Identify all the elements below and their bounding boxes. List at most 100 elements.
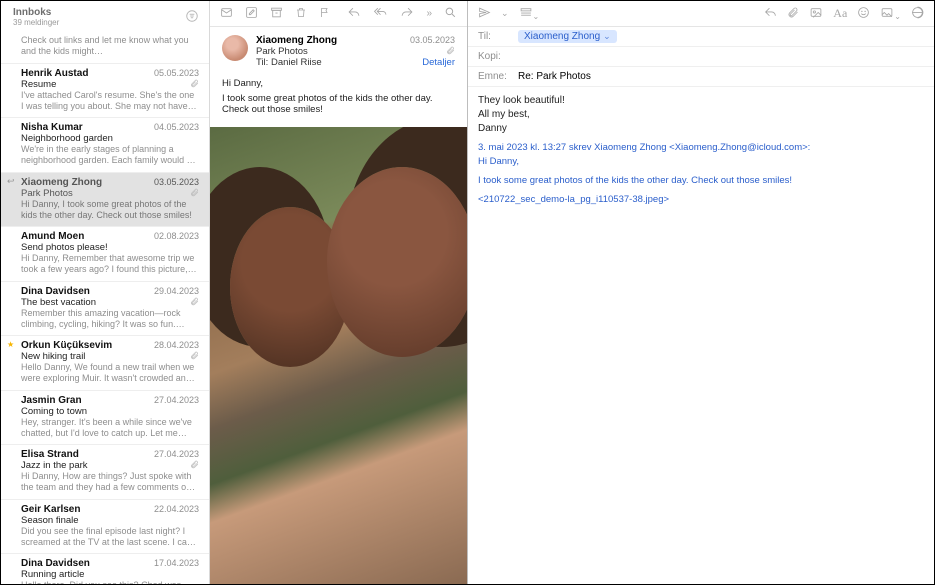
mailbox-title: Innboks (13, 7, 59, 18)
subject-field[interactable]: Emne: Re: Park Photos (468, 67, 934, 87)
message-item[interactable]: Jasmin Gran 27.04.2023 Coming to townHey, … (1, 391, 209, 446)
message-date: 03.05.2023 (154, 177, 199, 187)
avatar (222, 35, 248, 61)
attachment-icon (446, 46, 455, 57)
preview-subject: Park Photos (256, 46, 308, 57)
message-preview: Hello there, Did you see this? Chad was … (21, 580, 199, 584)
message-preview: Check out links and let me know what you… (21, 35, 199, 58)
compose-toolbar: ⌄ ⌄ Aa ⌄ (468, 1, 934, 27)
send-icon[interactable] (478, 6, 491, 22)
message-item[interactable]: Geir Karlsen 22.04.2023 Season finaleDid y… (1, 500, 209, 555)
message-preview: Remember this amazing vacation—rock clim… (21, 308, 199, 331)
emoji-icon[interactable] (857, 6, 870, 22)
message-preview: Hey, stranger. It's been a while since w… (21, 417, 199, 440)
message-list: Check out links and let me know what you… (1, 33, 209, 584)
preview-toolbar: » (210, 1, 467, 27)
sidebar-header: Innboks 39 meldinger (1, 1, 209, 33)
message-sender: Orkun Küçüksevim (21, 340, 112, 351)
message-item[interactable]: Dina Davidsen 29.04.2023 The best vacation… (1, 282, 209, 337)
details-link[interactable]: Detaljer (422, 57, 455, 68)
trash-icon[interactable] (295, 6, 307, 21)
message-sender: Amund Moen (21, 231, 84, 242)
preview-header: Xiaomeng Zhong 03.05.2023 Park Photos Ti… (210, 27, 467, 74)
attachment-icon (190, 188, 199, 199)
message-sender: Dina Davidsen (21, 286, 90, 297)
message-preview: I've attached Carol's resume. She's the … (21, 90, 199, 113)
message-preview: Hi Danny, I took some great photos of th… (21, 199, 199, 222)
message-sender: Dina Davidsen (21, 558, 90, 569)
message-date: 29.04.2023 (154, 286, 199, 296)
message-date: 02.08.2023 (154, 231, 199, 241)
message-item[interactable]: Amund Moen 02.08.2023 Send photos please!H… (1, 227, 209, 282)
message-subject: Resume (21, 79, 56, 90)
message-sender: Xiaomeng Zhong (21, 177, 102, 188)
mailbox-count: 39 meldinger (13, 18, 59, 27)
send-later-chevron-icon[interactable]: ⌄ (501, 8, 509, 19)
message-preview: Hi Danny, How are things? Just spoke wit… (21, 471, 199, 494)
preview-image (210, 127, 467, 584)
compose-icon[interactable] (245, 6, 258, 21)
sidebar: Innboks 39 meldinger Check out links and… (1, 1, 210, 584)
message-date: 27.04.2023 (154, 449, 199, 459)
message-subject: Neighborhood garden (21, 133, 113, 144)
attach-icon[interactable] (787, 6, 799, 22)
cc-field[interactable]: Kopi: (468, 47, 934, 67)
message-date: 27.04.2023 (154, 395, 199, 405)
media-browser-icon[interactable]: ⌄ (880, 6, 901, 22)
photo-icon[interactable] (809, 6, 823, 22)
preview-to: Til: Daniel Riise (256, 57, 322, 68)
compose-reply-icon[interactable] (764, 6, 777, 22)
message-date: 22.04.2023 (154, 504, 199, 514)
compose-pane: ⌄ ⌄ Aa ⌄ Til: Xiaomeng Zhong Kopi: Emne:… (468, 1, 934, 584)
message-subject: The best vacation (21, 297, 96, 308)
message-item[interactable]: Elisa Strand27.04.2023Jazz in the parkHi… (1, 445, 209, 500)
message-sender: Jasmin Gran (21, 395, 82, 406)
message-item[interactable]: Xiaomeng Zhong 03.05.2023 Park PhotosHi Da… (1, 173, 209, 228)
recipient-token[interactable]: Xiaomeng Zhong (518, 30, 617, 43)
to-field[interactable]: Til: Xiaomeng Zhong (468, 27, 934, 47)
attachment-icon (190, 79, 199, 90)
format-icon[interactable]: Aa (833, 6, 847, 21)
message-item[interactable]: Henrik Austad05.05.2023ResumeI've attach… (1, 64, 209, 119)
message-subject: New hiking trail (21, 351, 85, 362)
message-sender: Geir Karlsen (21, 504, 80, 515)
envelope-icon[interactable] (220, 6, 233, 21)
app-root: Innboks 39 meldinger Check out links and… (1, 1, 934, 584)
reply-all-icon[interactable] (373, 6, 388, 21)
subject-value: Re: Park Photos (518, 71, 591, 82)
search-icon[interactable] (444, 6, 457, 21)
flag-icon[interactable] (319, 6, 331, 21)
preview-pane: » Xiaomeng Zhong 03.05.2023 Park Photos … (210, 1, 468, 584)
message-item[interactable]: Orkun Küçüksevim 28.04.2023 New hiking tra… (1, 336, 209, 391)
compose-body[interactable]: They look beautiful! All my best, Danny … (468, 87, 934, 221)
message-subject: Send photos please! (21, 242, 108, 253)
message-item[interactable]: Dina Davidsen 17.04.2023 Running articleHe… (1, 554, 209, 584)
attachment-icon (190, 460, 199, 471)
message-subject: Season finale (21, 515, 79, 526)
message-preview: We're in the early stages of planning a … (21, 144, 199, 167)
message-subject: Running article (21, 569, 84, 580)
preview-date: 03.05.2023 (410, 35, 455, 46)
message-date: 28.04.2023 (154, 340, 199, 350)
message-item[interactable]: Check out links and let me know what you… (1, 33, 209, 64)
message-sender: Elisa Strand (21, 449, 79, 460)
message-item[interactable]: Nisha Kumar 04.05.2023 Neighborhood garden… (1, 118, 209, 173)
message-preview: Hi Danny, Remember that awesome trip we … (21, 253, 199, 276)
preview-sender: Xiaomeng Zhong (256, 35, 337, 46)
message-subject: Park Photos (21, 188, 73, 199)
message-subject: Coming to town (21, 406, 87, 417)
message-date: 17.04.2023 (154, 558, 199, 568)
forward-icon[interactable] (400, 6, 414, 21)
filter-icon[interactable] (185, 9, 199, 26)
message-date: 04.05.2023 (154, 122, 199, 132)
attachment-icon (190, 297, 199, 308)
message-preview: Hello Danny, We found a new trail when w… (21, 362, 199, 385)
markup-icon[interactable] (911, 6, 924, 22)
reply-icon[interactable] (347, 6, 361, 21)
attachment-icon (190, 351, 199, 362)
message-preview: Did you see the final episode last night… (21, 526, 199, 549)
more-icon[interactable]: » (426, 9, 432, 19)
message-sender: Nisha Kumar (21, 122, 83, 133)
archive-icon[interactable] (270, 6, 283, 21)
header-options-icon[interactable]: ⌄ (519, 6, 540, 22)
